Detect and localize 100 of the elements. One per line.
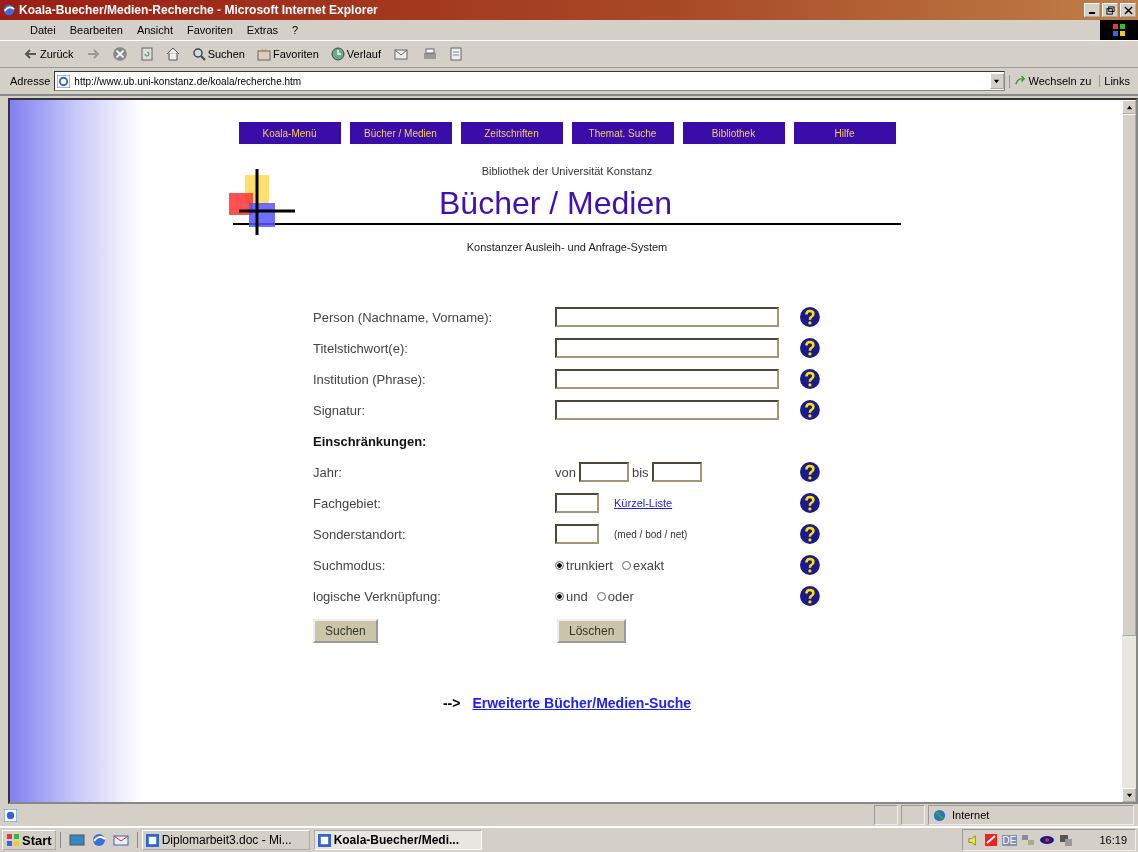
favorites-button[interactable]: Favoriten bbox=[254, 47, 321, 61]
document-icon bbox=[449, 47, 464, 61]
eye-icon[interactable] bbox=[1039, 833, 1056, 847]
field-label: Person (Nachname, Vorname): bbox=[313, 309, 494, 325]
help-icon[interactable] bbox=[799, 585, 821, 607]
section-heading: Einschränkungen: bbox=[313, 433, 427, 449]
text-field[interactable] bbox=[555, 400, 779, 420]
radio-button[interactable] bbox=[555, 591, 564, 601]
field-label: Titelstichwort(e): bbox=[313, 340, 409, 356]
nav-button[interactable]: Hilfe bbox=[793, 122, 896, 144]
status-pane bbox=[874, 805, 898, 825]
radio-label: exakt bbox=[633, 557, 665, 573]
shield-icon[interactable] bbox=[983, 833, 998, 847]
extended-search-link[interactable]: Erweiterte Bücher/Medien-Suche bbox=[472, 695, 692, 711]
start-button[interactable]: Start bbox=[2, 830, 56, 850]
go-button[interactable]: Wechseln zu bbox=[1008, 74, 1096, 88]
help-icon[interactable] bbox=[799, 399, 821, 421]
range-to-label: bis bbox=[632, 464, 649, 480]
menu-item[interactable]: Bearbeiten bbox=[69, 24, 123, 36]
help-icon[interactable] bbox=[799, 554, 821, 576]
menu-item[interactable]: Extras bbox=[246, 24, 279, 36]
field-label: Sonderstandort: bbox=[313, 526, 407, 542]
search-icon bbox=[191, 47, 206, 61]
back-button[interactable]: Zurück bbox=[22, 47, 76, 61]
address-label: Adresse bbox=[10, 75, 51, 87]
scroll-down-icon[interactable] bbox=[1122, 788, 1136, 802]
page-icon bbox=[57, 74, 71, 88]
nav-button[interactable]: Bücher / Medien bbox=[349, 122, 452, 144]
menu-item[interactable]: Favoriten bbox=[187, 24, 233, 36]
help-icon[interactable] bbox=[799, 337, 821, 359]
nav-button[interactable]: Themat. Suche bbox=[571, 122, 674, 144]
dropdown-icon[interactable] bbox=[989, 73, 1004, 89]
radio-label: trunkiert bbox=[566, 557, 613, 573]
close-icon bbox=[1123, 5, 1133, 15]
radio-label: und bbox=[566, 588, 588, 604]
code-list-link[interactable]: Kürzel-Liste bbox=[614, 497, 673, 509]
help-icon[interactable] bbox=[799, 368, 821, 390]
arrow-right-icon bbox=[85, 47, 100, 61]
refresh-icon bbox=[139, 46, 154, 62]
stop-icon bbox=[111, 46, 128, 62]
code-field[interactable] bbox=[555, 524, 599, 544]
mail-icon[interactable] bbox=[112, 832, 129, 848]
browser-icon[interactable] bbox=[90, 832, 107, 848]
menu-item[interactable]: Datei bbox=[30, 24, 56, 36]
clear-button[interactable]: Löschen bbox=[557, 619, 627, 643]
search-button[interactable]: Suchen bbox=[189, 47, 247, 61]
monitor-icon[interactable] bbox=[1059, 833, 1074, 847]
nav-button[interactable]: Zeitschriften bbox=[460, 122, 563, 144]
windows-logo-icon bbox=[6, 833, 20, 847]
minimize-button[interactable] bbox=[1084, 3, 1100, 17]
globe-icon bbox=[933, 808, 946, 822]
radio-button[interactable] bbox=[622, 560, 631, 570]
nav-button[interactable]: Koala-Menü bbox=[238, 122, 341, 144]
taskbar-button[interactable]: Diplomarbeit3.doc - Mi... bbox=[141, 830, 310, 850]
field-label: Suchmodus: bbox=[313, 557, 387, 573]
nav-button[interactable]: Bibliothek bbox=[682, 122, 785, 144]
security-zone: Internet bbox=[952, 809, 990, 821]
help-icon[interactable] bbox=[799, 523, 821, 545]
help-icon[interactable] bbox=[799, 492, 821, 514]
text-field[interactable] bbox=[555, 338, 779, 358]
menu-item[interactable]: Ansicht bbox=[136, 24, 173, 36]
scroll-thumb[interactable] bbox=[1122, 114, 1136, 636]
clock: 16:19 bbox=[1099, 834, 1127, 846]
home-icon bbox=[165, 47, 180, 61]
links-button[interactable]: Links bbox=[1099, 75, 1134, 87]
windows-logo-icon bbox=[1100, 20, 1138, 40]
text-field[interactable] bbox=[555, 369, 779, 389]
vertical-scrollbar[interactable] bbox=[1122, 100, 1136, 802]
taskbar-button[interactable]: Koala-Buecher/Medi... bbox=[313, 830, 482, 850]
window-icon bbox=[317, 833, 331, 847]
browser-icon bbox=[2, 3, 16, 17]
window-icon bbox=[145, 833, 159, 847]
range-from-label: von bbox=[555, 464, 576, 480]
field-label: Signatur: bbox=[313, 402, 367, 418]
field-label: logische Verknüpfung: bbox=[313, 588, 442, 604]
minimize-icon bbox=[1089, 12, 1095, 14]
restore-icon bbox=[1105, 5, 1115, 15]
address-field[interactable]: http://www.ub.uni-konstanz.de/koala/recherche.htm bbox=[54, 71, 1005, 91]
desktop-icon[interactable] bbox=[68, 832, 85, 848]
page-status-icon bbox=[4, 808, 17, 822]
radio-button[interactable] bbox=[555, 560, 564, 570]
restore-button[interactable] bbox=[1102, 3, 1118, 17]
year-to-field[interactable] bbox=[651, 462, 702, 482]
search-button[interactable]: Suchen bbox=[313, 619, 378, 643]
field-label: Institution (Phrase): bbox=[313, 371, 427, 387]
institution-name: Bibliothek der Universität Konstanz bbox=[481, 165, 653, 177]
close-button[interactable] bbox=[1120, 3, 1136, 17]
help-icon[interactable] bbox=[799, 306, 821, 328]
code-field[interactable] bbox=[555, 493, 599, 513]
code-hint: (med / bod / net) bbox=[614, 528, 688, 540]
year-from-field[interactable] bbox=[579, 462, 629, 482]
text-field[interactable] bbox=[555, 307, 779, 327]
arrow-left-icon bbox=[24, 47, 38, 61]
radio-button[interactable] bbox=[596, 591, 606, 601]
arrow-text: --> bbox=[442, 695, 461, 711]
menu-item[interactable]: ? bbox=[292, 24, 299, 36]
page-subtitle: Konstanzer Ausleih- und Anfrage-System bbox=[466, 241, 668, 253]
help-icon[interactable] bbox=[799, 461, 821, 483]
scroll-up-icon[interactable] bbox=[1122, 100, 1136, 114]
history-button[interactable]: Verlauf bbox=[328, 47, 384, 61]
